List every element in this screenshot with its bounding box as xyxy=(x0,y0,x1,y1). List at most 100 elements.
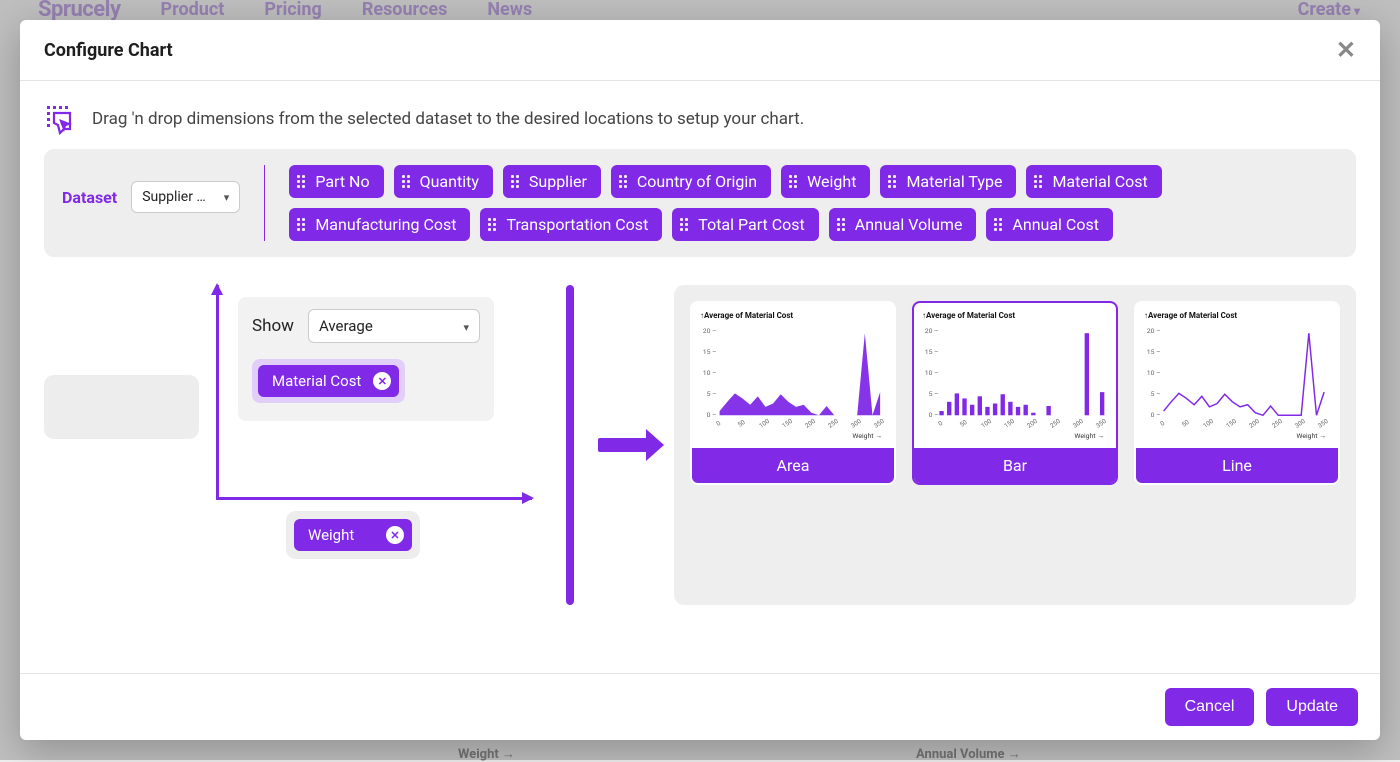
chevron-down-icon xyxy=(455,317,469,335)
svg-text:150: 150 xyxy=(1225,417,1239,430)
y-axis-drop-zone[interactable]: Show Average Material Cost ✕ xyxy=(238,297,494,421)
chart-type-label: Bar xyxy=(914,448,1116,483)
svg-text:50: 50 xyxy=(736,418,747,429)
dataset-select[interactable]: Supplier … xyxy=(131,181,240,213)
dimension-pill-label: Transportation Cost xyxy=(506,215,648,234)
chart-type-label: Area xyxy=(692,448,894,483)
svg-text:20 –: 20 – xyxy=(925,327,939,335)
grip-icon xyxy=(297,175,305,188)
dimension-pill-label: Material Type xyxy=(906,172,1002,191)
svg-text:15 –: 15 – xyxy=(925,348,939,356)
dimension-pill-manufacturing-cost[interactable]: Manufacturing Cost xyxy=(289,208,470,241)
modal-footer: Cancel Update xyxy=(20,673,1380,740)
chart-preview-title: Average of Material Cost xyxy=(700,311,886,320)
svg-text:250: 250 xyxy=(826,417,840,430)
dimension-pill-annual-cost[interactable]: Annual Cost xyxy=(986,208,1113,241)
dimension-pill-label: Quantity xyxy=(420,172,479,191)
svg-text:50: 50 xyxy=(1180,418,1191,429)
svg-text:300: 300 xyxy=(1293,417,1307,430)
dimension-pill-label: Annual Cost xyxy=(1012,215,1099,234)
dimension-pill-label: Part No xyxy=(315,172,369,191)
svg-text:0: 0 xyxy=(937,419,945,428)
dimension-pill-part-no[interactable]: Part No xyxy=(289,165,383,198)
cancel-button[interactable]: Cancel xyxy=(1165,688,1255,726)
arrow-right-icon xyxy=(598,438,650,452)
vertical-separator xyxy=(264,165,265,241)
svg-text:300: 300 xyxy=(1071,417,1085,430)
dimension-pill-label: Manufacturing Cost xyxy=(315,215,456,234)
svg-text:0 –: 0 – xyxy=(929,411,939,419)
dimension-pill-annual-volume[interactable]: Annual Volume xyxy=(829,208,977,241)
dimension-pill-material-type[interactable]: Material Type xyxy=(880,165,1016,198)
grip-icon xyxy=(297,218,305,231)
chart-preview-title: Average of Material Cost xyxy=(922,311,1108,320)
grip-icon xyxy=(1034,175,1042,188)
svg-text:5 –: 5 – xyxy=(707,390,717,398)
chart-type-bar[interactable]: Average of Material Cost 0 – 5 – 10 – 15 – 2… xyxy=(912,301,1118,485)
grip-icon xyxy=(680,218,688,231)
svg-text:10 –: 10 – xyxy=(925,369,939,377)
dimension-pill-label: Supplier xyxy=(529,172,587,191)
svg-text:10 –: 10 – xyxy=(703,369,717,377)
chart-type-area[interactable]: Average of Material Cost 0 –5 –10 –15 –2… xyxy=(690,301,896,485)
dimension-pill-label: Annual Volume xyxy=(855,215,963,234)
y-selected-label: Material Cost xyxy=(272,372,361,390)
x-axis-drop-zone[interactable]: Weight ✕ xyxy=(286,511,420,559)
svg-text:15 –: 15 – xyxy=(703,348,717,356)
svg-text:250: 250 xyxy=(1270,417,1284,430)
dimension-pill-transportation-cost[interactable]: Transportation Cost xyxy=(480,208,662,241)
chart-type-line[interactable]: Average of Material Cost 0 –5 –10 –15 –2… xyxy=(1134,301,1340,485)
dimension-pill-total-part-cost[interactable]: Total Part Cost xyxy=(672,208,818,241)
preview-panel: Average of Material Cost 0 – 5 – 10 – 15 – 2… xyxy=(674,285,1356,605)
intro-text: Drag 'n drop dimensions from the selecte… xyxy=(92,109,804,129)
dimension-pill-label: Total Part Cost xyxy=(698,215,804,234)
dimension-pill-label: Weight xyxy=(807,172,856,191)
svg-text:200: 200 xyxy=(1025,417,1039,430)
svg-text:350: 350 xyxy=(872,417,886,430)
grip-icon xyxy=(789,175,797,188)
svg-text:5 –: 5 – xyxy=(1151,390,1161,398)
dimension-pill-supplier[interactable]: Supplier xyxy=(503,165,601,198)
svg-text:100: 100 xyxy=(758,417,772,430)
svg-text:15 –: 15 – xyxy=(1147,348,1161,356)
chart-preview-title: Average of Material Cost xyxy=(1144,311,1330,320)
svg-text:350: 350 xyxy=(1094,417,1108,430)
y-selected-dimension[interactable]: Material Cost ✕ xyxy=(258,365,399,397)
series-drop-zone[interactable] xyxy=(44,375,199,439)
dimension-pill-quantity[interactable]: Quantity xyxy=(394,165,493,198)
svg-text:Weight →: Weight → xyxy=(852,432,882,440)
grip-icon xyxy=(511,175,519,188)
show-label: Show xyxy=(252,316,294,336)
svg-text:0: 0 xyxy=(715,419,723,428)
grip-icon xyxy=(888,175,896,188)
update-button[interactable]: Update xyxy=(1266,688,1358,726)
modal-header: Configure Chart ✕ xyxy=(20,20,1380,81)
dimension-pill-material-cost[interactable]: Material Cost xyxy=(1026,165,1161,198)
svg-text:50: 50 xyxy=(958,418,969,429)
dimension-pill-country-of-origin[interactable]: Country of Origin xyxy=(611,165,771,198)
chart-type-label: Line xyxy=(1136,448,1338,483)
svg-text:250: 250 xyxy=(1048,417,1062,430)
axes-drop-zone: Show Average Material Cost ✕ xyxy=(44,285,542,605)
aggregation-select[interactable]: Average xyxy=(308,309,480,343)
grip-icon xyxy=(994,218,1002,231)
x-selected-label: Weight xyxy=(308,526,354,544)
dimension-pill-weight[interactable]: Weight xyxy=(781,165,870,198)
svg-text:0 –: 0 – xyxy=(1151,411,1161,419)
remove-y-dimension-icon[interactable]: ✕ xyxy=(373,372,391,390)
dimension-pill-label: Material Cost xyxy=(1052,172,1147,191)
chevron-down-icon xyxy=(216,189,230,205)
grip-icon xyxy=(488,218,496,231)
svg-text:300: 300 xyxy=(849,417,863,430)
dataset-select-value: Supplier … xyxy=(142,189,206,205)
close-icon[interactable]: ✕ xyxy=(1336,38,1356,62)
configure-chart-modal: Configure Chart ✕ Drag 'n drop dimension… xyxy=(20,20,1380,740)
svg-text:Weight →: Weight → xyxy=(1074,432,1104,440)
remove-x-dimension-icon[interactable]: ✕ xyxy=(386,526,404,544)
x-selected-dimension[interactable]: Weight ✕ xyxy=(294,519,412,551)
svg-text:200: 200 xyxy=(803,417,817,430)
svg-text:5 –: 5 – xyxy=(929,390,939,398)
svg-text:100: 100 xyxy=(980,417,994,430)
grip-icon xyxy=(619,175,627,188)
y-axis-arrow-icon xyxy=(216,285,219,497)
